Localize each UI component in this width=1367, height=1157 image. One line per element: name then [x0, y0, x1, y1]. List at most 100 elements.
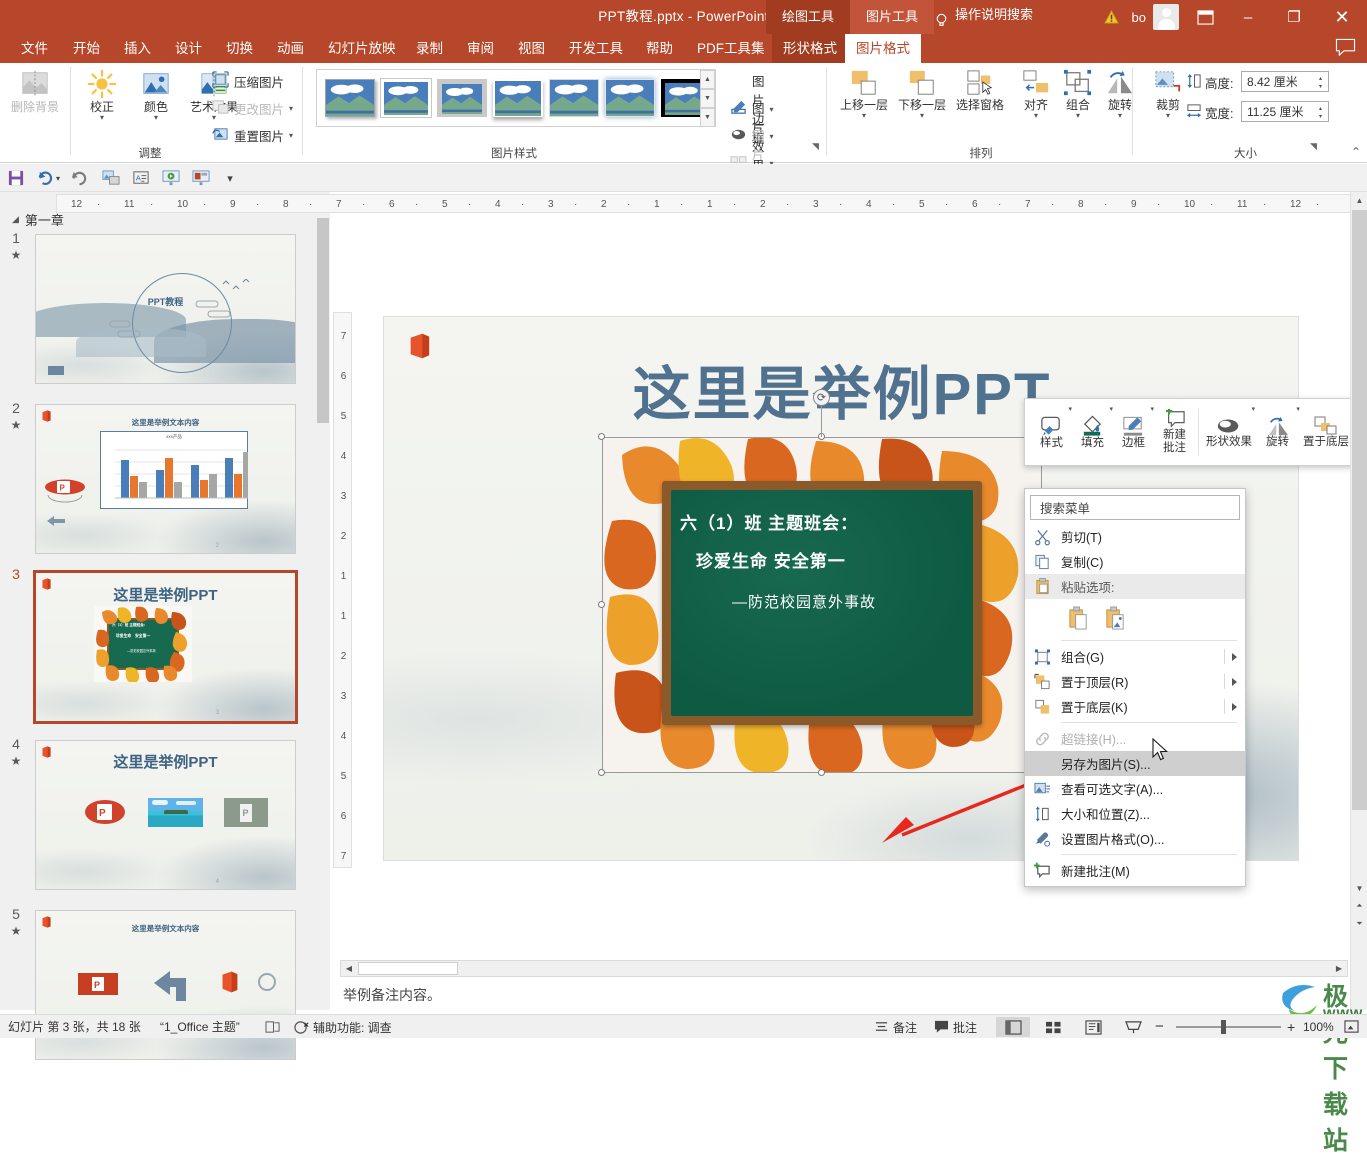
context-menu-item-10[interactable]: 大小和位置(Z)... [1025, 801, 1245, 826]
vertical-scrollbar[interactable]: ▲ ▼ ⏶ ⏷ [1350, 192, 1367, 1010]
mini-toolbar[interactable]: 样式 ▾ 填充 ▾ 边框 ▾ 新建 批注 形状效果 ▾ 旋转 ▾ 置于底层 [1024, 398, 1360, 466]
chevron-down-icon[interactable]: ▾ [289, 131, 293, 139]
context-menu[interactable]: 搜索菜单 剪切(T) 复制(C) 粘贴选项: 组合(G) 置于顶层(R) 置于底层(K) 超… [1024, 488, 1246, 887]
menu-tab-6[interactable]: 动画 [266, 34, 315, 63]
slide-thumbnail-1[interactable]: PPT教程 [35, 234, 296, 384]
comment-icon[interactable] [1335, 38, 1357, 60]
tell-me-search[interactable]: 操作说明搜索 [935, 0, 1033, 29]
menu-tab-5[interactable]: 切换 [215, 34, 264, 63]
save-icon[interactable] [5, 167, 27, 189]
rotation-handle[interactable]: ⟳ [813, 389, 830, 406]
selected-picture[interactable]: 六（1）班 主题班会： 珍爱生命 安全第一 —防范校园意外事故 ⟳ [598, 389, 1045, 776]
slide-sorter-view-button[interactable] [1036, 1017, 1070, 1037]
language-icon[interactable] [262, 1017, 284, 1037]
context-menu-item-9[interactable]: 查看可选文字(A)... [1025, 776, 1245, 801]
notes-pane[interactable]: 举例备注内容。 [331, 980, 1367, 1010]
selection-pane-button[interactable]: 选择窗格 [952, 69, 1008, 112]
paste-options-row[interactable] [1025, 599, 1245, 637]
remove-background-button[interactable]: 删除背景 [8, 69, 62, 114]
picture-style-thumb-2[interactable] [380, 78, 432, 118]
slideshow-from-current-icon[interactable] [190, 167, 212, 189]
resize-handle-s[interactable] [818, 769, 825, 776]
menu-tab-1[interactable]: 文件 [10, 34, 59, 63]
start-presentation-icon[interactable] [100, 167, 122, 189]
maximize-button[interactable]: ❐ [1271, 0, 1317, 34]
paste-keep-formatting-icon[interactable] [1065, 605, 1092, 632]
context-menu-item-6[interactable]: 置于底层(K) [1025, 694, 1245, 719]
mini-shape-effects-button[interactable]: 形状效果 ▾ [1202, 402, 1256, 462]
contextual-tool-1[interactable]: 绘图工具 [766, 0, 851, 34]
mini-fill-button[interactable]: 填充 ▾ [1072, 402, 1113, 462]
horizontal-scrollbar-thumb[interactable] [358, 962, 458, 975]
picture-style-thumb-3[interactable] [437, 79, 487, 117]
chevron-down-icon[interactable]: ▾ [100, 114, 104, 122]
vertical-scrollbar-thumb[interactable] [1352, 210, 1367, 810]
accessibility-button[interactable]: 辅助功能: 调查 [288, 1017, 398, 1037]
redo-icon[interactable] [68, 167, 90, 189]
close-button[interactable]: ✕ [1317, 0, 1367, 34]
account-name[interactable]: bo [1125, 10, 1153, 25]
slideshow-from-beginning-icon[interactable] [160, 167, 182, 189]
menu-tab-12[interactable]: 帮助 [635, 34, 684, 63]
scroll-up-icon[interactable]: ▲ [1351, 192, 1367, 208]
slideshow-view-button[interactable] [1116, 1017, 1150, 1037]
resize-handle-w[interactable] [598, 601, 605, 608]
contextual-tool-2[interactable]: 图片工具 [850, 0, 935, 34]
zoom-slider-knob[interactable] [1221, 1020, 1226, 1034]
chevron-down-icon[interactable]: ▾ [862, 112, 866, 120]
avatar[interactable] [1153, 4, 1179, 30]
comments-button[interactable]: 批注 [928, 1017, 983, 1037]
horizontal-scrollbar[interactable]: ◀ ▶ [340, 960, 1348, 977]
minimize-button[interactable]: – [1225, 0, 1271, 34]
menu-tab-2[interactable]: 开始 [62, 34, 111, 63]
mini-rotate-button[interactable]: 旋转 ▾ [1256, 402, 1300, 462]
undo-dropdown-icon[interactable]: ▾ [52, 167, 64, 189]
fit-slide-icon[interactable] [1341, 1017, 1361, 1037]
picture-styles-dialog-launcher[interactable]: ◥ [812, 141, 819, 152]
resize-handle-sw[interactable] [598, 769, 605, 776]
resize-handle-nw[interactable] [598, 433, 605, 440]
context-menu-item-11[interactable]: 设置图片格式(O)... [1025, 826, 1245, 851]
next-slide-icon[interactable]: ⏷ [1351, 916, 1367, 932]
gallery-scroll-down[interactable]: ▼ [700, 89, 715, 108]
gallery-more-icon[interactable]: ▼ [700, 108, 715, 127]
qat-more-icon[interactable]: ▾ [219, 167, 241, 189]
chevron-down-icon[interactable]: ▾ [1076, 112, 1080, 120]
menu-tab-4[interactable]: 设计 [164, 34, 213, 63]
zoom-in-button[interactable]: + [1287, 1015, 1295, 1039]
menu-tab-3[interactable]: 插入 [113, 34, 162, 63]
ribbon-display-options-icon[interactable] [1185, 0, 1225, 34]
chevron-down-icon[interactable]: ▾ [1118, 112, 1122, 120]
context-menu-item-4[interactable]: 组合(G) [1025, 644, 1245, 669]
paste-picture-icon[interactable] [1102, 605, 1129, 632]
context-menu-item-8[interactable]: 另存为图片(S)... [1025, 751, 1245, 776]
context-menu-item-1[interactable]: 剪切(T) [1025, 524, 1245, 549]
notes-button[interactable]: 备注 [868, 1017, 923, 1037]
zoom-slider-track[interactable] [1176, 1026, 1281, 1028]
corrections-button[interactable]: 校正 ▾ [76, 69, 128, 122]
chevron-down-icon[interactable]: ▾ [1034, 112, 1038, 120]
context-menu-item-5[interactable]: 置于顶层(R) [1025, 669, 1245, 694]
picture-style-thumb-5[interactable] [549, 79, 599, 117]
context-menu-item-3[interactable]: 粘贴选项: [1025, 574, 1245, 599]
menu-tab-11[interactable]: 开发工具 [558, 34, 634, 63]
width-input[interactable]: 11.25 厘米 ▴ ▾ [1241, 101, 1329, 122]
chevron-down-icon[interactable]: ▾ [1252, 406, 1256, 413]
scroll-right-icon[interactable]: ▶ [1331, 961, 1347, 976]
text-box-icon[interactable]: A [130, 167, 152, 189]
picture-styles-gallery[interactable]: ▲ ▼ ▼ [316, 69, 716, 127]
picture-style-thumb-4[interactable] [493, 79, 543, 117]
gallery-scroll-up[interactable]: ▲ [700, 70, 715, 89]
height-stepper[interactable]: ▴ ▾ [1315, 74, 1326, 91]
chevron-down-icon[interactable]: ▾ [1166, 112, 1170, 120]
compress-picture-button[interactable]: 压缩图片 [212, 71, 284, 91]
section-collapse-icon[interactable]: ◢ [12, 214, 19, 225]
warning-icon[interactable] [1099, 0, 1125, 34]
previous-slide-icon[interactable]: ⏶ [1351, 898, 1367, 914]
change-picture-button[interactable]: 更改图片 ▾ [212, 98, 293, 118]
context-menu-item-2[interactable]: 复制(C) [1025, 549, 1245, 574]
slide-thumbnail-3[interactable]: 这里是举例PPT 六（1）班 主题班会： 珍爱生命 安全第一 —防范校园意外事故 [33, 570, 298, 724]
theme-name[interactable]: “1_Office 主题” [160, 1015, 240, 1039]
thumbnail-pane-scrollbar-thumb[interactable] [317, 218, 329, 423]
mini-border-button[interactable]: 边框 ▾ [1113, 402, 1154, 462]
